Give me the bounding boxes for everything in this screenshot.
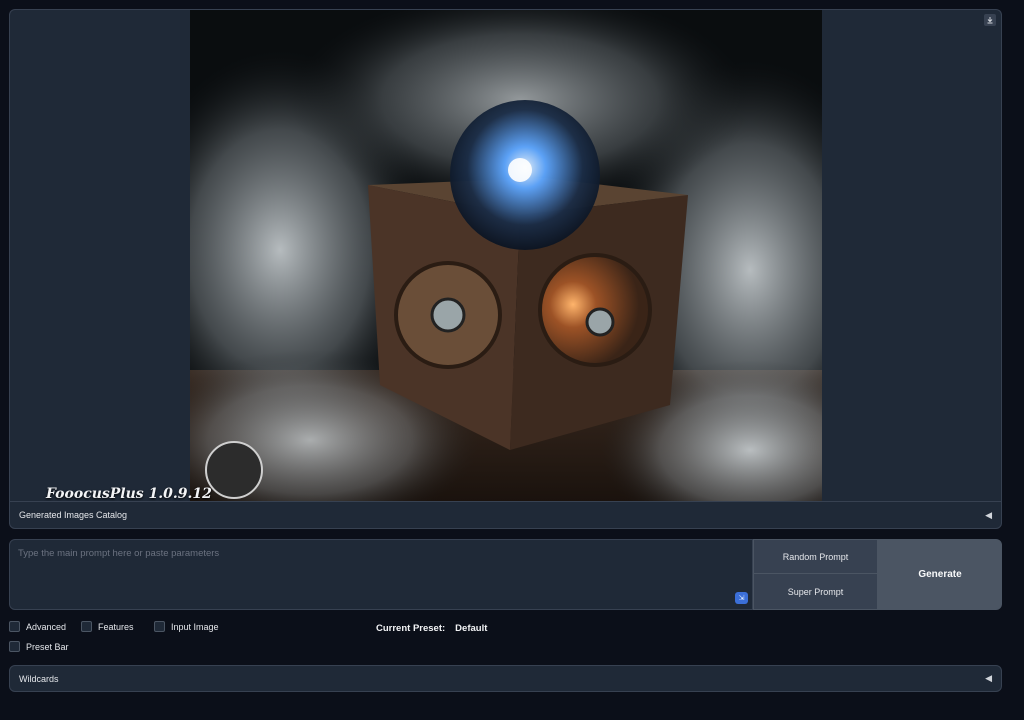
input-image-label: Input Image <box>171 621 219 632</box>
wildcards-accordion[interactable]: Wildcards ◀ <box>9 665 1002 692</box>
checkbox-box[interactable] <box>9 641 20 652</box>
checkbox-box[interactable] <box>154 621 165 632</box>
preset-label: Current Preset: <box>376 623 446 634</box>
images-catalog-accordion[interactable]: Generated Images Catalog ◀ <box>9 501 1002 529</box>
features-checkbox[interactable]: Features <box>81 621 134 632</box>
preset-value: Default <box>455 623 488 634</box>
expand-icon[interactable]: ⇲ <box>735 592 748 604</box>
prompt-area: ⇲ <box>9 539 753 610</box>
checkbox-box[interactable] <box>9 621 20 632</box>
option-checkboxes: Advanced Features Input Image Preset Bar <box>9 621 369 661</box>
download-icon[interactable] <box>984 14 996 26</box>
main-prompt-input[interactable] <box>10 540 752 609</box>
version-watermark: FooocusPlus 1.0.9.12 <box>46 486 212 501</box>
image-gallery: FooocusPlus 1.0.9.12 <box>9 9 1002 501</box>
advanced-checkbox[interactable]: Advanced <box>9 621 66 632</box>
prompt-buttons: Random Prompt Super Prompt <box>753 539 878 610</box>
triangle-left-icon[interactable]: ◀ <box>985 673 992 684</box>
generate-button[interactable]: Generate <box>878 539 1002 610</box>
preset-bar-checkbox[interactable]: Preset Bar <box>9 641 69 652</box>
wildcards-label: Wildcards <box>19 673 59 684</box>
random-prompt-button[interactable]: Random Prompt <box>753 539 878 574</box>
triangle-left-icon[interactable]: ◀ <box>985 510 992 521</box>
current-preset: Current Preset: Default <box>376 623 487 634</box>
input-image-checkbox[interactable]: Input Image <box>154 621 219 632</box>
advanced-label: Advanced <box>26 621 67 632</box>
catalog-label: Generated Images Catalog <box>19 510 128 520</box>
super-prompt-button[interactable]: Super Prompt <box>753 574 878 610</box>
features-label: Features <box>98 621 134 632</box>
preset-bar-label: Preset Bar <box>26 641 69 652</box>
checkbox-box[interactable] <box>81 621 92 632</box>
generated-image-art <box>190 10 822 501</box>
generated-image[interactable] <box>190 10 822 501</box>
